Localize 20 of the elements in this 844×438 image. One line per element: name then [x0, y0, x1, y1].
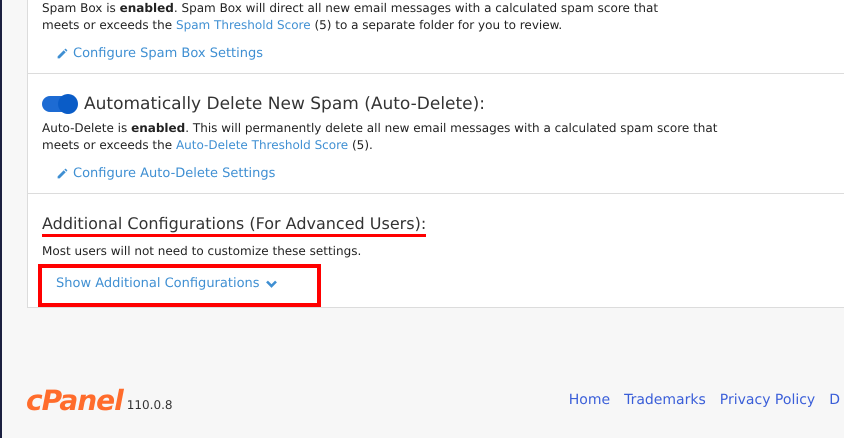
footer-link[interactable]: Privacy Policy: [720, 392, 816, 408]
description-text: Spam Box is enabled. Spam Box will direct all new email messages with a calculated spam score that meets or exceeds the Spam Threshold Score (5) to a separate folder for you to review.: [42, 0, 660, 34]
chevron-down-icon: [266, 280, 277, 288]
threshold-link[interactable]: Spam Threshold Score: [176, 18, 311, 32]
description-text: Most users will not need to customize these settings.: [42, 243, 362, 260]
pencil-icon: [56, 167, 69, 180]
configure-link[interactable]: Configure Spam Box Settings: [56, 46, 264, 61]
description-text: Auto-Delete is enabled. This will permanently delete all new email messages with a calculated spam score that meets or exceeds the Auto-Delete Threshold Score (5).: [42, 120, 718, 154]
section-title: Additional Configurations (For Advanced Users):: [42, 214, 426, 237]
toggle-switch[interactable]: [42, 96, 76, 112]
footer-link[interactable]: Home: [568, 392, 610, 408]
footer-link[interactable]: Trademarks: [624, 392, 706, 408]
configure-link[interactable]: Configure Auto-Delete Settings: [56, 166, 276, 181]
pencil-icon: [56, 47, 69, 60]
version-text: 110.0.8: [126, 398, 173, 412]
footer-link[interactable]: D: [829, 392, 840, 408]
threshold-link[interactable]: Auto-Delete Threshold Score: [176, 138, 348, 152]
logo: cPanel: [26, 384, 123, 416]
section-title: Automatically Delete New Spam (Auto-Delete):: [84, 94, 485, 114]
expand-link[interactable]: Show Additional Configurations: [56, 276, 277, 291]
